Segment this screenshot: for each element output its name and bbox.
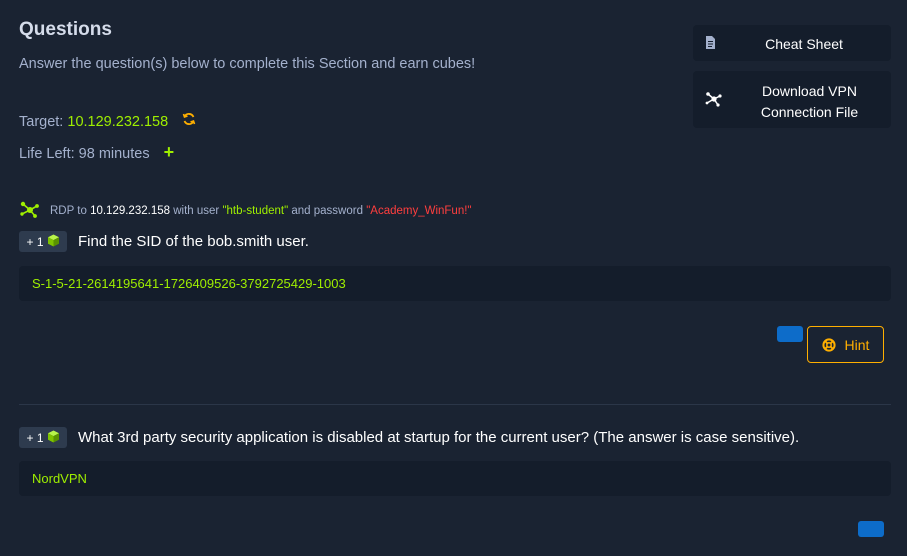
question-divider bbox=[19, 404, 891, 405]
reward-value: + 1 bbox=[26, 430, 44, 445]
target-label: Target: bbox=[19, 114, 64, 130]
question-2: + 1 What 3rd party security application … bbox=[19, 427, 799, 448]
submit-button[interactable] bbox=[777, 326, 803, 342]
cube-reward-badge: + 1 bbox=[19, 231, 67, 252]
network-icon bbox=[19, 200, 40, 221]
cheat-sheet-label: Cheat Sheet bbox=[765, 36, 843, 52]
download-vpn-button[interactable]: Download VPN Connection File bbox=[693, 71, 891, 128]
rdp-prefix: RDP to bbox=[50, 204, 87, 217]
answer-field[interactable]: S-1-5-21-2614195641-1726409526-379272542… bbox=[19, 266, 891, 301]
life-value: 98 minutes bbox=[78, 146, 150, 162]
cube-icon bbox=[47, 430, 60, 446]
target-info: Target: 10.129.232.158 bbox=[19, 112, 196, 130]
reward-value: + 1 bbox=[26, 234, 44, 249]
network-icon bbox=[705, 91, 723, 110]
target-ip: 10.129.232.158 bbox=[67, 114, 169, 130]
cube-reward-badge: + 1 bbox=[19, 427, 67, 448]
rdp-ip: 10.129.232.158 bbox=[90, 204, 171, 217]
download-vpn-line2: Connection File bbox=[760, 104, 859, 120]
hint-button[interactable]: Hint bbox=[807, 326, 884, 363]
plus-icon[interactable]: + bbox=[164, 143, 175, 161]
cube-icon bbox=[47, 234, 60, 250]
answer-field[interactable]: NordVPN bbox=[19, 461, 891, 496]
cheat-sheet-button[interactable]: Cheat Sheet bbox=[693, 25, 891, 61]
question-1: + 1 Find the SID of the bob.smith user. bbox=[19, 231, 309, 252]
hint-label: Hint bbox=[844, 336, 870, 353]
life-left: Life Left: 98 minutes + bbox=[19, 143, 175, 162]
submit-button[interactable] bbox=[858, 521, 884, 537]
question-text: Find the SID of the bob.smith user. bbox=[78, 233, 309, 250]
section-subtitle: Answer the question(s) below to complete… bbox=[19, 56, 476, 72]
download-vpn-label: Download VPN Connection File bbox=[743, 81, 876, 123]
download-vpn-line1: Download VPN bbox=[762, 83, 857, 99]
rdp-mid2: and password bbox=[291, 204, 363, 217]
life-label: Life Left: bbox=[19, 146, 75, 162]
rdp-password: "Academy_WinFun!" bbox=[366, 204, 472, 217]
rdp-mid: with user bbox=[173, 204, 220, 217]
rdp-instructions: RDP to 10.129.232.158 with user "htb-stu… bbox=[19, 200, 472, 221]
refresh-icon[interactable] bbox=[182, 112, 196, 130]
question-text: What 3rd party security application is d… bbox=[78, 429, 800, 446]
rdp-user: "htb-student" bbox=[222, 204, 289, 217]
lifebuoy-icon bbox=[821, 337, 836, 352]
section-title: Questions bbox=[19, 19, 112, 40]
